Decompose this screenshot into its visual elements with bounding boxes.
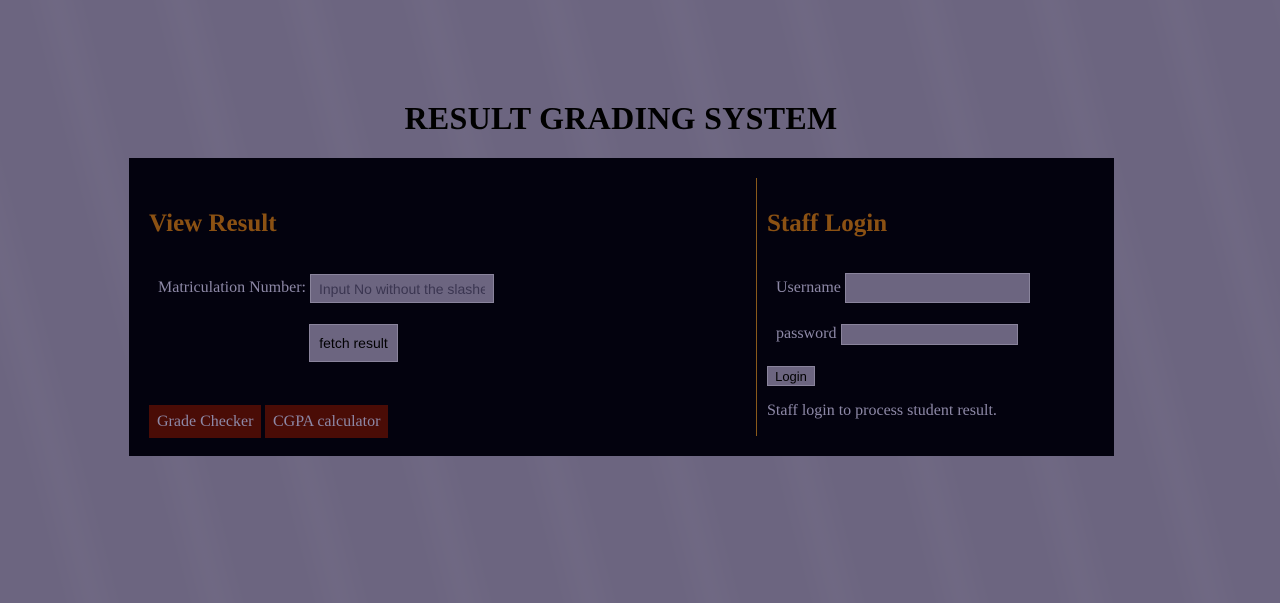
grade-checker-link[interactable]: Grade Checker <box>149 405 262 438</box>
username-input[interactable] <box>845 273 1030 303</box>
login-button[interactable]: Login <box>767 366 815 386</box>
cgpa-calculator-link[interactable]: CGPA calculator <box>265 405 389 438</box>
section-divider <box>756 178 757 436</box>
fetch-result-button[interactable]: fetch result <box>309 324 398 362</box>
main-panel: View Result Matriculation Number: fetch … <box>129 158 1114 456</box>
staff-login-heading: Staff Login <box>767 210 888 237</box>
page-title: RESULT GRADING SYSTEM <box>404 100 838 136</box>
staff-login-note: Staff login to process student result. <box>767 402 997 419</box>
matriculation-number-input[interactable] <box>310 274 494 303</box>
password-label: password <box>776 325 837 342</box>
matriculation-number-label: Matriculation Number: <box>158 279 306 296</box>
username-label: Username <box>776 279 841 296</box>
password-input[interactable] <box>841 324 1018 345</box>
view-result-heading: View Result <box>149 210 277 237</box>
